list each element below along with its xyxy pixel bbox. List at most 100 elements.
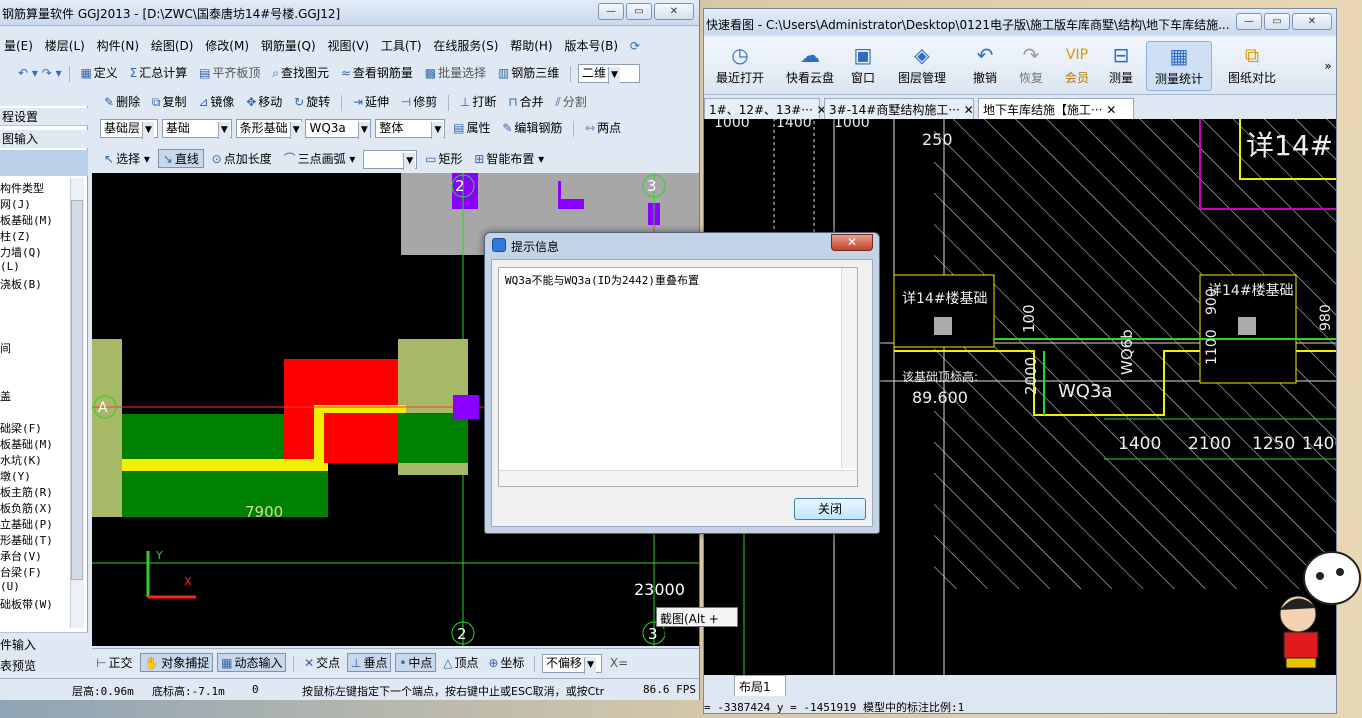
point-length-button[interactable]: ⊙ 点加长度 <box>208 150 276 167</box>
redo-button[interactable]: ↷ 恢复 <box>1016 41 1046 86</box>
layer-manager-button[interactable]: ◈ 图层管理 <box>896 41 948 86</box>
tree-item[interactable]: 板基础(M) <box>0 436 53 452</box>
smart-layout-button[interactable]: ⊞ 智能布置 ▾ <box>470 150 548 167</box>
tree-item[interactable]: 立基础(P) <box>0 516 53 532</box>
midpoint-toggle[interactable]: • 中点 <box>395 653 437 672</box>
tree-item[interactable]: 间 <box>0 340 11 356</box>
ribbon-more-button[interactable]: » <box>1322 59 1334 73</box>
rect-button[interactable]: ▭ 矩形 <box>421 150 466 167</box>
menu-item-tools[interactable]: 工具(T) <box>377 34 426 54</box>
delete-button[interactable]: ✎ 删除 <box>100 93 144 110</box>
tab-document-3[interactable]: 地下车库结施【施工··· ✕ <box>978 98 1134 119</box>
refresh-icon[interactable]: ⟳ <box>626 36 644 53</box>
tree-item[interactable]: 构件类型 <box>0 180 44 196</box>
view-rebar-button[interactable]: ≈ 查看钢筋量 <box>337 64 417 81</box>
arc-button[interactable]: ⌒ 三点画弧 ▾ <box>280 150 360 167</box>
menu-item-rebar[interactable]: 钢筋量(Q) <box>257 34 320 54</box>
close-button[interactable]: ✕ <box>654 3 694 20</box>
category-select[interactable]: 基础 ▼ <box>161 119 232 139</box>
flat-top-button[interactable]: ▤ 平齐板顶 <box>195 64 264 81</box>
extend-button[interactable]: ⇥ 延伸 <box>349 93 393 110</box>
merge-button[interactable]: ⊓ 合并 <box>504 93 547 110</box>
close-icon[interactable]: ✕ <box>1106 103 1116 117</box>
horizontal-scrollbar[interactable] <box>499 470 857 486</box>
tree-item[interactable]: 盖 <box>0 388 11 404</box>
close-icon[interactable]: ✕ <box>964 103 974 117</box>
tab-document-2[interactable]: 3#-14#商墅结构施工··· ✕ <box>824 98 974 119</box>
item-select[interactable]: WQ3a ▼ <box>305 119 372 139</box>
tree-item[interactable]: 力墙(Q) <box>0 244 42 260</box>
find-button[interactable]: ⌕ 查找图元 <box>268 64 333 81</box>
dynamic-input-toggle[interactable]: ▦ 动态输入 <box>217 653 287 672</box>
edit-rebar-button[interactable]: ✎ 编辑钢筋 <box>498 119 566 136</box>
perp-toggle[interactable]: ⊥ 垂点 <box>347 653 392 672</box>
panel-header-input[interactable]: 图输入 <box>0 130 88 148</box>
copy-button[interactable]: ⧉ 复制 <box>148 93 191 110</box>
floor-select[interactable]: 基础层 ▼ <box>100 119 158 139</box>
type-select[interactable]: 条形基础 ▼ <box>235 119 302 139</box>
vertex-toggle[interactable]: △ 顶点 <box>440 656 481 670</box>
tree-item[interactable]: 网(J) <box>0 196 31 212</box>
split-button[interactable]: ⫽ 分割 <box>551 93 590 110</box>
tree-item[interactable]: 台梁(F) <box>0 564 42 580</box>
rebar-3d-button[interactable]: ▥ 钢筋三维 <box>494 64 563 81</box>
tree-item[interactable]: 形基础(T) <box>0 532 53 548</box>
two-point-button[interactable]: ⇿ 两点 <box>581 119 625 136</box>
measure-button[interactable]: ⊟ 测量 <box>1106 41 1136 86</box>
panel-scroll-thumb[interactable] <box>71 200 83 580</box>
batch-select-button[interactable]: ▩ 批量选择 <box>421 64 490 81</box>
sum-button[interactable]: Σ 汇总计算 <box>126 64 192 81</box>
tree-item[interactable]: 柱(Z) <box>0 228 31 244</box>
tree-item[interactable]: 础梁(F) <box>0 420 42 436</box>
tree-item[interactable]: 板负筋(X) <box>0 500 53 516</box>
tab-document-1[interactable]: 1#、12#、13#··· ✕ <box>704 98 827 119</box>
measure-stats-button[interactable]: ▦ 测量统计 <box>1146 41 1212 91</box>
menu-item-help[interactable]: 帮助(H) <box>506 34 556 54</box>
tree-item[interactable]: (L) <box>0 260 20 273</box>
undo-button[interactable]: ↶ 撤销 <box>970 41 1000 86</box>
properties-button[interactable]: ▤ 属性 <box>449 119 494 136</box>
menu-item-modify[interactable]: 修改(M) <box>201 34 253 54</box>
window-button[interactable]: ▣ 窗口 <box>848 41 878 86</box>
mirror-button[interactable]: ⊿ 镜像 <box>194 93 238 110</box>
cloud-disk-button[interactable]: ☁ 快看云盘 <box>782 41 838 86</box>
x-coordinate-input[interactable]: X= <box>606 656 628 670</box>
trim-button[interactable]: ⊣ 修剪 <box>397 93 441 110</box>
arc-options-select[interactable]: ▼ <box>363 150 418 170</box>
coord-toggle[interactable]: ⊕ 坐标 <box>485 656 527 670</box>
tree-item[interactable]: 础板带(W) <box>0 596 53 612</box>
minimize-button[interactable]: — <box>598 3 624 20</box>
menu-item-online[interactable]: 在线服务(S) <box>429 34 502 54</box>
dialog-close-icon[interactable]: ✕ <box>831 234 873 251</box>
object-snap-toggle[interactable]: ✋ 对象捕捉 <box>140 653 214 672</box>
define-button[interactable]: ▦ 定义 <box>76 64 121 81</box>
vertical-scrollbar[interactable] <box>841 268 857 468</box>
maximize-button[interactable]: ▭ <box>626 3 652 20</box>
line-button[interactable]: ↘ 直线 <box>157 149 204 168</box>
select-button[interactable]: ↖ 选择 ▾ <box>100 150 154 167</box>
menu-item-version[interactable]: 版本号(B) <box>560 34 622 54</box>
menu-item-view[interactable]: 视图(V) <box>323 34 373 54</box>
undo-icon[interactable]: ↶ ▾ ↷ ▾ <box>14 66 66 80</box>
tree-item[interactable]: (U) <box>0 580 20 593</box>
message-textbox[interactable]: WQ3a不能与WQ3a(ID为2442)重叠布置 <box>498 267 858 487</box>
tree-item[interactable]: 板基础(M) <box>0 212 53 228</box>
break-button[interactable]: ⊥ 打断 <box>456 93 500 110</box>
rotate-button[interactable]: ↻ 旋转 <box>290 93 334 110</box>
offset-select[interactable]: 不偏移 ▼ <box>542 654 603 674</box>
tree-item[interactable]: 板主筋(R) <box>0 484 53 500</box>
menu-item-component[interactable]: 构件(N) <box>93 34 143 54</box>
recent-open-button[interactable]: ◷ 最近打开 <box>714 41 766 86</box>
tab-layout-1[interactable]: 布局1 <box>734 675 786 696</box>
tree-item[interactable]: 水坑(K) <box>0 452 42 468</box>
whole-select[interactable]: 整体 ▼ <box>375 119 446 139</box>
tree-item[interactable]: 墩(Y) <box>0 468 31 484</box>
menu-item-edit[interactable]: 量(E) <box>0 34 37 54</box>
panel-report-preview[interactable]: 表预览 <box>0 654 88 674</box>
compare-drawing-button[interactable]: ⧉ 图纸对比 <box>1224 41 1280 86</box>
vip-button[interactable]: VIP 会员 <box>1062 41 1092 86</box>
close-dialog-button[interactable]: 关闭 <box>794 498 866 520</box>
intersect-toggle[interactable]: ✕ 交点 <box>301 656 343 670</box>
panel-header-settings[interactable]: 程设置 <box>0 108 88 126</box>
tree-item[interactable]: 承台(V) <box>0 548 42 564</box>
